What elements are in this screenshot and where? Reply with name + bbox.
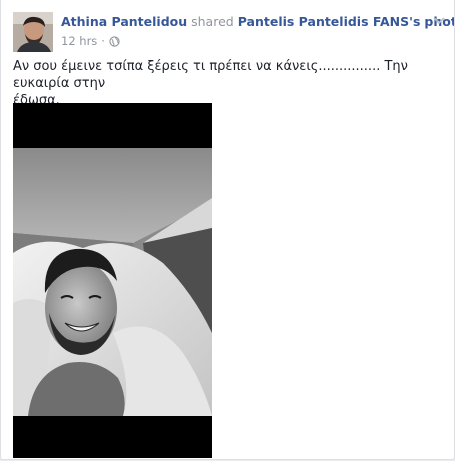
- meta-separator: ·: [101, 34, 105, 48]
- post-message: Αν σου έμεινε τσίπα ξέρεις τι πρέπει να …: [13, 58, 433, 109]
- post-card: Athina Pantelidou shared Pantelis Pantel…: [0, 0, 455, 460]
- post-message-line-1: Αν σου έμεινε τσίπα ξέρεις τι πρέπει να …: [13, 59, 408, 91]
- shared-label: shared: [191, 14, 234, 29]
- chevron-down-icon[interactable]: [432, 12, 446, 26]
- author-avatar[interactable]: [13, 12, 53, 52]
- globe-icon[interactable]: [109, 35, 120, 47]
- photo-content: [13, 148, 212, 416]
- post-meta: 12 hrs ·: [61, 34, 120, 48]
- author-name-link[interactable]: Athina Pantelidou: [61, 14, 187, 29]
- timestamp-link[interactable]: 12 hrs: [61, 34, 97, 48]
- shared-photo[interactable]: [13, 103, 212, 458]
- post-header: Athina Pantelidou shared Pantelis Pantel…: [61, 14, 454, 30]
- page-name: Pantelis Pantelidis FANS: [237, 14, 410, 29]
- page-name-link[interactable]: Pantelis Pantelidis FANS's: [238, 14, 421, 29]
- page-possessive: 's: [409, 14, 421, 29]
